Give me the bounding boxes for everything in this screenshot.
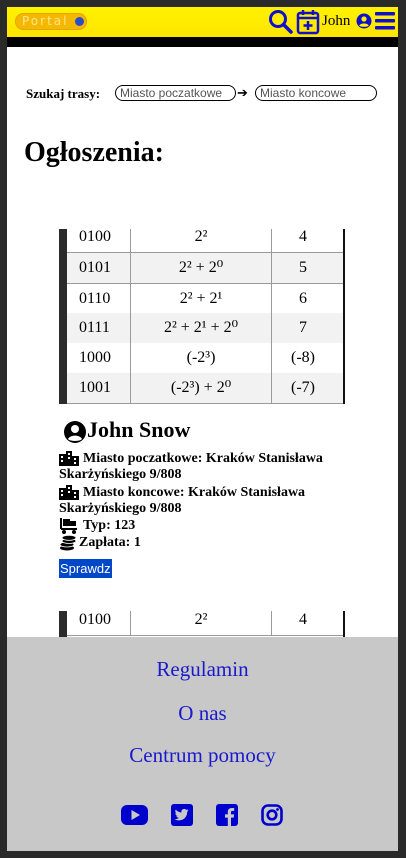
table-cell: 2² [131,611,272,635]
table-row: 0100 2² 4 [67,611,343,636]
payment-text: Zapłata: 1 [79,535,141,550]
table-row: 1000 (-2³) (-8) [67,343,343,374]
table-row: 0100 2² 4 [67,229,343,253]
table-cell: (-2³) [131,343,272,373]
table-cell: 0110 [67,284,131,314]
check-button[interactable]: Sprawdz [59,559,112,578]
table-cell: 6 [299,290,307,307]
end-city-text: Miasto koncowe: Kraków Stanisława Skarży… [59,485,306,516]
table-cell: 4 [299,611,307,628]
table-row: 0110 2² + 2¹ 6 [67,284,343,315]
logo-text: Portal [22,14,69,28]
table-cell: 0101 [67,253,131,283]
page-title: Ogłoszenia: [24,137,164,168]
twitter-icon[interactable] [171,804,193,826]
type-text: Typ: 123 [83,518,136,533]
route-search: Szukaj trasy: ➔ [26,85,396,103]
table-cell: 5 [299,259,307,276]
table-cell: (-8) [291,349,315,366]
instagram-icon[interactable] [261,804,283,826]
terms-link[interactable]: Regulamin [7,657,398,682]
table-row: 0101 2² + 2⁰ 5 [67,253,343,284]
start-city-input[interactable] [115,85,236,101]
hamburger-menu-icon[interactable] [374,10,396,32]
table-cell: 7 [299,319,307,336]
image-edge [59,229,67,404]
user-circle-icon[interactable] [356,13,372,29]
footer: Regulamin O nas Centrum pomocy [7,637,398,851]
end-city-input[interactable] [255,85,377,101]
user-circle-icon [64,421,86,443]
listing-image: 0100 2² 4 0101 2² + 2⁰ 5 0110 2² + 2¹ 6 … [59,229,345,404]
add-calendar-icon[interactable] [296,9,320,35]
table-cell: 4 [299,229,307,245]
facebook-icon[interactable] [216,804,238,826]
table-cell: (-7) [291,379,315,396]
table-cell: 2² + 2¹ [131,284,272,314]
start-city-text: Miasto poczatkowe: Kraków Stanisława Ska… [59,451,323,482]
header-divider [7,37,398,47]
listing-card: John Snow Miasto poczatkowe: Kraków Stan… [59,417,359,587]
table-cell: 0100 [67,229,131,252]
logo-dot [75,17,84,26]
image-edge [343,611,345,637]
user-name[interactable]: John [322,13,350,30]
image-edge [59,611,67,637]
table-cell: 0100 [67,611,131,635]
table-cell: 2² [131,229,272,252]
image-edge [343,229,345,404]
page: Portal John Szukaj trasy: Miasto poczatk… [7,7,398,851]
logo[interactable]: Portal [15,13,87,30]
table-cell: (-2³) + 2⁰ [131,373,272,403]
table-cell: 1000 [67,343,131,373]
help-center-link[interactable]: Centrum pomocy [7,743,398,768]
search-icon[interactable] [268,9,294,35]
table-cell: 0111 [67,313,131,343]
table-cell: 1001 [67,373,131,403]
arrow-right-icon: ➔ [237,85,248,100]
search-label: Szukaj trasy: [26,86,101,101]
table-row: 1001 (-2³) + 2⁰ (-7) [67,373,343,404]
header: Portal John [7,7,398,37]
author-name[interactable]: John Snow [87,417,190,443]
table-cell: 2² + 2⁰ [131,253,272,283]
table-row: 0111 2² + 2¹ + 2⁰ 7 [67,313,343,344]
table-cell: 2² + 2¹ + 2⁰ [131,313,272,343]
about-link[interactable]: O nas [7,701,398,726]
listing-image: 0100 2² 4 [59,611,345,637]
youtube-icon[interactable] [121,805,148,825]
